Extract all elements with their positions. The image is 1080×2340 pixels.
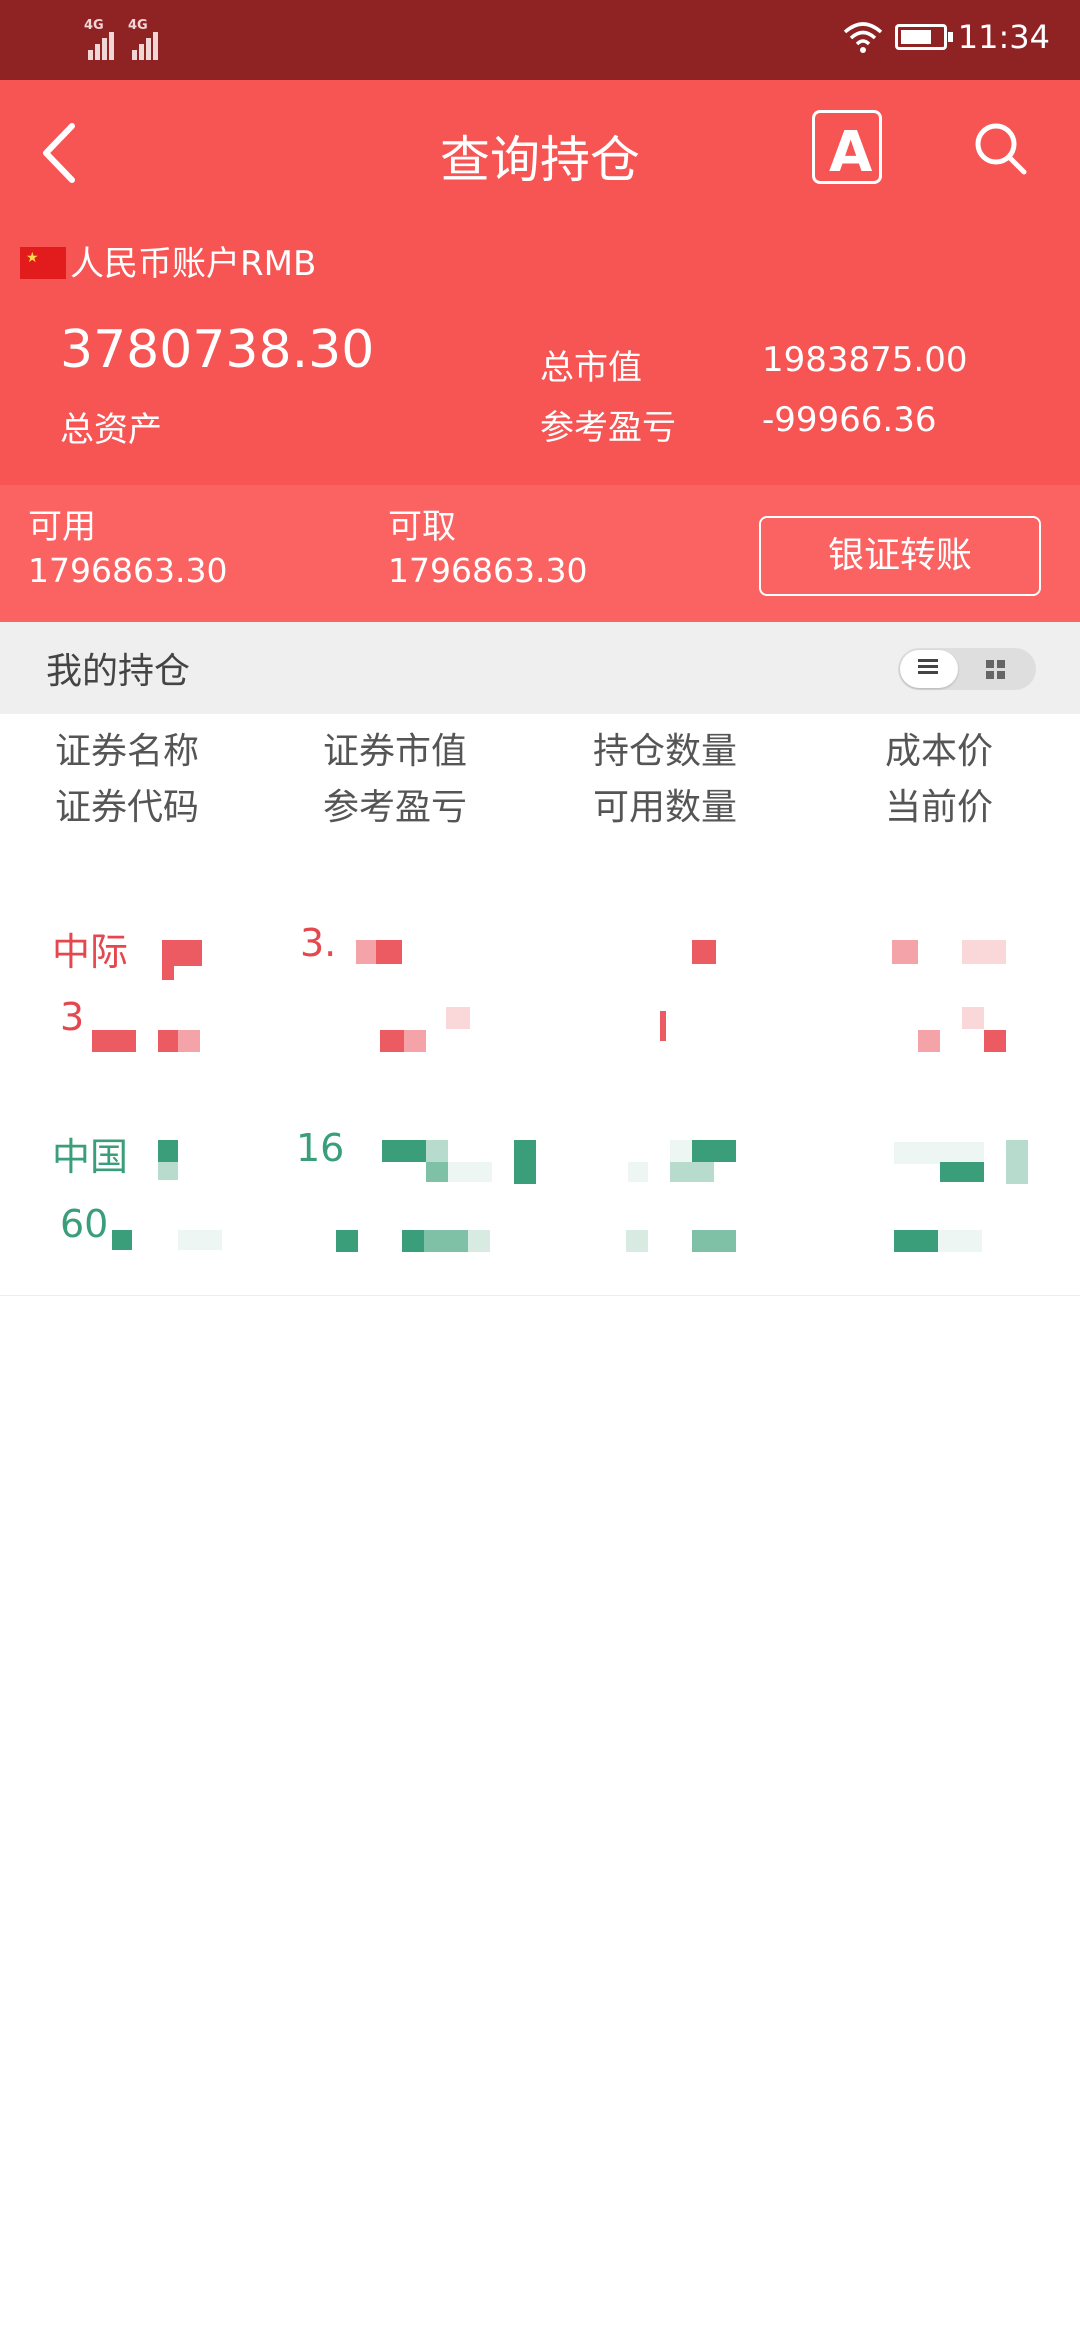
column-header-value: 证券市值 参考盈亏 xyxy=(323,724,467,836)
list-view-icon[interactable] xyxy=(918,659,938,675)
header-security-code: 证券代码 xyxy=(55,787,200,828)
header-available-qty: 可用数量 xyxy=(593,787,738,828)
font-size-button[interactable]: A xyxy=(812,110,882,184)
market-value-cell: 3. xyxy=(300,921,337,965)
security-name: 中际 xyxy=(52,930,129,974)
total-assets-label: 总资产 xyxy=(60,410,162,450)
signal-icon-1: 4G xyxy=(84,18,114,60)
balance-strip: 可用 1796863.30 可取 1796863.30 银证转账 xyxy=(0,485,1080,622)
withdrawable-label: 可取 xyxy=(388,507,456,547)
header-position-qty: 持仓数量 xyxy=(593,731,738,772)
market-value-cell: 16 xyxy=(296,1126,345,1170)
header-security-name: 证券名称 xyxy=(55,731,200,772)
status-time: 11:34 xyxy=(957,18,1050,56)
table-row[interactable]: 中际 3 3. xyxy=(0,885,1080,1091)
holdings-bar: 我的持仓 xyxy=(0,622,1080,714)
security-code: 60 xyxy=(60,1202,109,1246)
page-title: 查询持仓 xyxy=(440,131,640,189)
font-size-icon: A xyxy=(829,120,873,185)
security-name: 中国 xyxy=(52,1135,129,1179)
total-assets-value: 3780738.30 xyxy=(60,320,375,380)
grid-view-icon[interactable] xyxy=(986,660,1006,680)
view-toggle[interactable] xyxy=(898,648,1036,690)
account-header: 查询持仓 A ★ 人民币账户RMB 3780738.30 总资产 总市值 1983… xyxy=(0,80,1080,485)
ref-pl-value: -99966.36 xyxy=(762,400,937,440)
holdings-title: 我的持仓 xyxy=(46,651,191,692)
network-type-1: 4G xyxy=(84,18,104,33)
account-label: 人民币账户RMB xyxy=(70,244,317,284)
status-bar: 4G 4G 11:34 xyxy=(0,0,1080,80)
table-row[interactable]: 中国 60 16 xyxy=(0,1090,1080,1296)
column-header-name: 证券名称 证券代码 xyxy=(55,724,199,836)
account-selector[interactable]: ★ 人民币账户RMB xyxy=(20,236,316,285)
column-headers: 证券名称 证券代码 证券市值 参考盈亏 持仓数量 可用数量 成本价 当前价 xyxy=(0,714,1080,854)
security-code: 3 xyxy=(60,995,85,1039)
market-value: 1983875.00 xyxy=(762,340,968,380)
column-header-qty: 持仓数量 可用数量 xyxy=(593,724,737,836)
header-ref-pl: 参考盈亏 xyxy=(323,787,468,828)
withdrawable-value: 1796863.30 xyxy=(388,551,588,590)
column-header-price: 成本价 当前价 xyxy=(885,724,993,836)
china-flag-icon: ★ xyxy=(20,247,66,279)
ref-pl-label: 参考盈亏 xyxy=(540,408,676,448)
header-current-price: 当前价 xyxy=(885,787,994,828)
header-cost-price: 成本价 xyxy=(885,731,994,772)
market-value-label: 总市值 xyxy=(540,348,642,388)
wifi-icon xyxy=(843,22,883,53)
bank-transfer-button[interactable]: 银证转账 xyxy=(759,516,1041,596)
available-label: 可用 xyxy=(28,507,96,547)
network-type-2: 4G xyxy=(128,18,148,33)
signal-icon-2: 4G xyxy=(128,18,158,60)
battery-icon xyxy=(895,24,953,50)
header-market-value: 证券市值 xyxy=(323,731,468,772)
available-value: 1796863.30 xyxy=(28,551,228,590)
search-icon[interactable] xyxy=(970,118,1030,178)
